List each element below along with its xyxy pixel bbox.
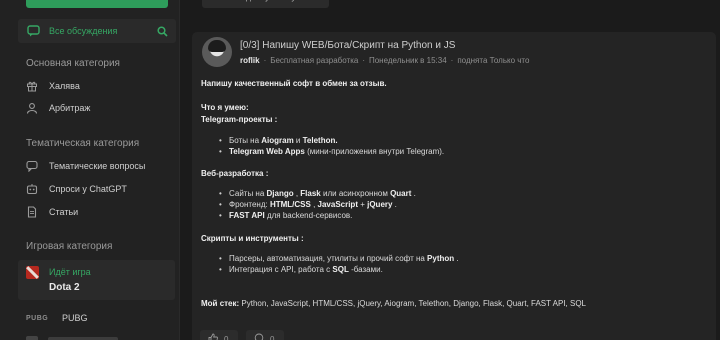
text: SQL — [332, 265, 349, 274]
text: для backend-сервисов. — [264, 211, 353, 220]
sidebar-item-label: Статьи — [49, 207, 79, 217]
create-thread-button[interactable] — [26, 0, 168, 8]
robot-icon — [26, 183, 38, 195]
text: Telethon. — [302, 136, 338, 145]
sidebar-item-dota2[interactable]: Идёт игра Dota 2 — [18, 260, 175, 300]
sidebar-item-freebies[interactable]: Халява — [26, 78, 80, 94]
text: (мини-приложения внутри Telegram). — [304, 147, 445, 156]
section-title-games: Игровая категория — [26, 241, 113, 252]
game-name: Dota 2 — [49, 282, 80, 293]
list-item: Telegram Web Apps (мини-приложения внутр… — [219, 146, 445, 157]
web-heading: Веб-разработка : — [201, 169, 269, 178]
text: Aiogram — [261, 136, 294, 145]
game-status: Идёт игра — [49, 267, 91, 277]
sidebar-item-label: Арбитраж — [49, 103, 91, 113]
text: Парсеры, автоматизация, утилиты и прочий… — [229, 254, 428, 263]
text: Интеграция с API, работа с — [229, 265, 333, 274]
section-title-thematic: Тематическая категория — [26, 138, 140, 149]
sidebar-item-label: Халява — [49, 81, 80, 91]
search-icon[interactable] — [156, 25, 168, 37]
sidebar: Все обсуждения Основная категория Халява… — [0, 0, 180, 340]
post-time: Понедельник в 15:34 — [368, 56, 447, 65]
pubg-icon: PUBG — [26, 315, 49, 322]
like-count: 0 — [224, 334, 229, 340]
telegram-heading: Telegram-проекты : — [201, 115, 278, 124]
author-link[interactable]: roflik — [240, 56, 260, 65]
web-list: Сайты на Django , Flask или асинхронном … — [219, 188, 416, 221]
sidebar-item-partial[interactable] — [26, 334, 126, 340]
scripts-list: Парсеры, автоматизация, утилиты и прочий… — [219, 253, 459, 275]
sidebar-item-arbitrage[interactable]: Арбитраж — [26, 100, 90, 116]
sidebar-item-thematic-questions[interactable]: Тематические вопросы — [26, 158, 145, 174]
section-title-main: Основная категория — [26, 58, 120, 69]
text: Django — [266, 189, 294, 198]
stack-value: Python, JavaScript, HTML/CSS, jQuery, Ai… — [239, 299, 586, 308]
text: JavaScript — [317, 200, 358, 209]
intro-text: Напишу качественный софт в обмен за отзы… — [201, 79, 387, 88]
list-item: Парсеры, автоматизация, утилиты и прочий… — [219, 253, 459, 264]
document-icon — [26, 206, 38, 218]
text: jQuery — [367, 200, 393, 209]
category-link[interactable]: Бесплатная разработка — [270, 56, 358, 65]
sort-dropdown[interactable]: По последнему ответу — [202, 0, 329, 8]
all-discussions-item[interactable]: Все обсуждения — [18, 19, 176, 43]
list-item: Сайты на Django , Flask или асинхронном … — [219, 188, 416, 199]
text: Flask — [300, 189, 321, 198]
stack-label: Мой стек: — [201, 299, 240, 308]
list-item: FAST API для backend-сервисов. — [219, 210, 416, 221]
sidebar-item-chatgpt[interactable]: Спроси у ChatGPT — [26, 181, 127, 197]
raised-time: поднята Только что — [457, 56, 530, 65]
text: HTML/CSS — [269, 200, 311, 209]
text: . — [392, 200, 397, 209]
comment-count: 0 — [270, 334, 275, 340]
text: -базами. — [348, 265, 383, 274]
gift-icon — [26, 80, 38, 92]
text: или асинхронном — [320, 189, 391, 198]
text: , — [310, 200, 318, 209]
comments-button[interactable]: 0 — [246, 330, 284, 340]
game-icon — [26, 336, 38, 340]
skills-heading: Что я умею: — [201, 103, 249, 112]
list-item: Фронтенд: HTML/CSS , JavaScript + jQuery… — [219, 199, 416, 210]
scripts-heading: Скрипты и инструменты : — [201, 234, 304, 243]
list-item: Боты на Aiogram и Telethon. — [219, 135, 444, 146]
avatar[interactable] — [202, 37, 232, 67]
text: Боты на — [229, 136, 262, 145]
dota2-icon — [26, 266, 39, 279]
text: . — [454, 254, 459, 263]
text: Python — [427, 254, 455, 263]
text: + — [357, 200, 368, 209]
thread-title[interactable]: [0/3] Напишу WEB/Бота/Скрипт на Python и… — [240, 40, 455, 51]
text: Сайты на — [229, 189, 267, 198]
user-icon — [26, 102, 38, 114]
like-icon — [208, 333, 218, 340]
stack-line: Мой стек: Python, JavaScript, HTML/CSS, … — [201, 298, 586, 309]
text: Telegram Web Apps — [229, 147, 305, 156]
chat-bubble-icon — [26, 160, 38, 172]
comment-icon — [254, 333, 264, 340]
text: FAST API — [229, 211, 265, 220]
all-discussions-label: Все обсуждения — [49, 26, 118, 36]
chat-icon — [26, 24, 40, 38]
text: Фронтенд: — [229, 200, 270, 209]
like-button[interactable]: 0 — [200, 330, 238, 340]
reactions-bar: 0 0 — [200, 330, 284, 340]
list-item: Интеграция с API, работа с SQL -базами. — [219, 264, 459, 275]
thread-meta: roflik · Бесплатная разработка · Понедельник… — [240, 56, 530, 65]
sidebar-item-pubg[interactable]: PUBG — [62, 313, 88, 323]
text: и — [293, 136, 303, 145]
text: Quart — [390, 189, 412, 198]
thread-card: [0/3] Напишу WEB/Бота/Скрипт на Python и… — [192, 32, 716, 340]
sidebar-item-articles[interactable]: Статьи — [26, 204, 78, 220]
text: . — [411, 189, 416, 198]
sidebar-item-label: Тематические вопросы — [49, 161, 146, 171]
telegram-list: Боты на Aiogram и Telethon. Telegram Web… — [219, 135, 445, 157]
sidebar-item-label: Спроси у ChatGPT — [49, 184, 127, 194]
